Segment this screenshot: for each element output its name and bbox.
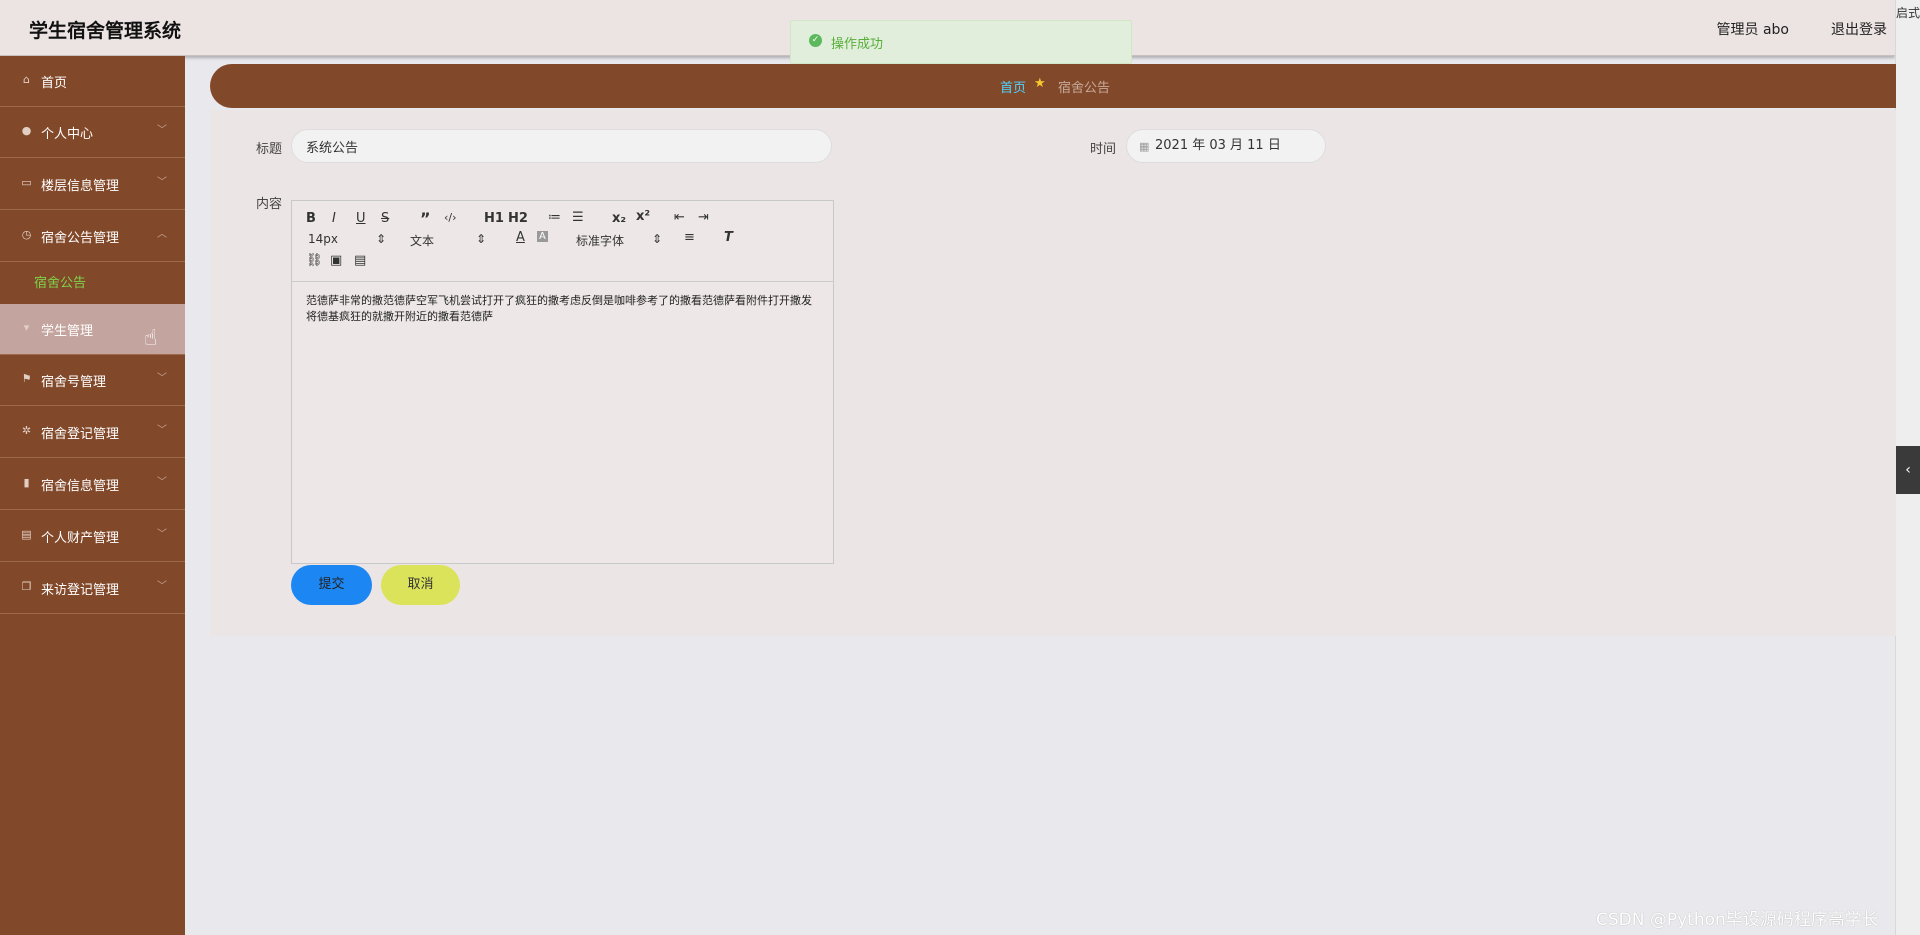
font-family-select[interactable]: 标准字体 xyxy=(576,232,624,249)
breadcrumb-current: 宿舍公告 xyxy=(1058,81,1111,96)
corner-text: 启式 xyxy=(1896,6,1920,20)
rich-text-editor[interactable]: B I U S ” ‹/› H1 H2 ≔ ☰ x₂ x² ⇤ ⇥ 14px ⇕… xyxy=(291,200,834,564)
video-icon[interactable]: ▤ xyxy=(354,253,366,268)
clock-icon: ◷ xyxy=(21,228,32,241)
breadcrumb: 首页 ★ 宿舍公告 xyxy=(210,64,1896,108)
sidebar-item-label: 来访登记管理 xyxy=(41,583,120,598)
logout-link[interactable]: 退出登录 xyxy=(1831,19,1887,39)
collapse-toggle-button[interactable]: ‹ xyxy=(1896,446,1920,494)
sidebar-item-personal-center[interactable]: ● 个人中心 ﹀ xyxy=(0,107,185,158)
success-toast: ✓ 操作成功 xyxy=(790,20,1132,64)
outdent-icon[interactable]: ⇤ xyxy=(674,210,685,225)
indent-icon[interactable]: ⇥ xyxy=(698,210,709,225)
quote-icon[interactable]: ” xyxy=(420,209,431,228)
sidebar-item-label: 楼层信息管理 xyxy=(41,179,120,194)
clipboard-icon: ▤ xyxy=(21,528,32,541)
editor-content[interactable]: 范德萨非常的撒范德萨空军飞机尝试打开了疯狂的撒考虑反倒是咖啡参考了的撒看范德萨看… xyxy=(306,293,821,325)
sidebar: ⌂ 首页 ● 个人中心 ﹀ ▭ 楼层信息管理 ﹀ ◷ 宿舍公告管理 ︿ 宿舍公告… xyxy=(0,56,185,935)
link-icon[interactable]: ⛓ xyxy=(306,253,323,268)
bar-chart-icon: ▮ xyxy=(23,476,30,489)
code-icon[interactable]: ‹/› xyxy=(444,211,457,224)
sidebar-item-property[interactable]: ▤ 个人财产管理 ﹀ xyxy=(0,511,185,562)
sidebar-item-label: 宿舍信息管理 xyxy=(41,479,120,494)
chat-icon: ▭ xyxy=(21,176,32,189)
text-type-select[interactable]: 文本 xyxy=(410,232,434,249)
app-title: 学生宿舍管理系统 xyxy=(29,20,182,42)
ordered-list-icon[interactable]: ≔ xyxy=(548,210,561,225)
font-color-icon[interactable]: A xyxy=(516,230,525,245)
hand-cursor-icon: ☝ xyxy=(144,326,158,351)
align-icon[interactable]: ≡ xyxy=(684,230,695,245)
sidebar-item-visitor[interactable]: ❐ 来访登记管理 ﹀ xyxy=(0,563,185,614)
cancel-button[interactable]: 取消 xyxy=(381,565,460,605)
sidebar-item-label: 个人中心 xyxy=(41,127,94,142)
bullet-list-icon[interactable]: ☰ xyxy=(572,210,584,225)
sidebar-item-label: 学生管理 xyxy=(41,324,94,339)
content-label: 内容 xyxy=(256,197,283,212)
chevron-down-icon: ﹀ xyxy=(157,581,167,592)
sidebar-item-label: 宿舍登记管理 xyxy=(41,427,120,442)
user-icon: ● xyxy=(21,124,32,137)
chevron-updown-icon: ⇕ xyxy=(652,232,663,246)
subscript-icon[interactable]: x₂ xyxy=(612,211,626,226)
toast-message: 操作成功 xyxy=(831,37,884,52)
sidebar-item-room-number[interactable]: ⚑ 宿舍号管理 ﹀ xyxy=(0,355,185,406)
strike-icon[interactable]: S xyxy=(381,211,389,226)
title-label: 标题 xyxy=(256,142,283,157)
sidebar-subitem-notice[interactable]: 宿舍公告 xyxy=(34,272,86,291)
chevron-down-icon: ﹀ xyxy=(157,477,167,488)
background-color-icon[interactable]: A xyxy=(537,231,548,242)
chevron-down-icon: ﹀ xyxy=(157,177,167,188)
sidebar-item-label: 个人财产管理 xyxy=(41,531,120,546)
check-circle-icon: ✓ xyxy=(809,34,822,47)
chevron-down-icon: ﹀ xyxy=(157,425,167,436)
chevron-updown-icon: ⇕ xyxy=(376,232,387,246)
chevron-up-icon: ︿ xyxy=(157,229,167,240)
gear-icon: ✲ xyxy=(21,424,32,437)
watermark: CSDN @Python毕设源码程序高学长 xyxy=(1596,910,1879,930)
sidebar-item-label: 首页 xyxy=(41,76,68,91)
bold-icon[interactable]: B xyxy=(306,211,316,226)
copy-icon: ❐ xyxy=(21,580,32,593)
user-info: 管理员 abo xyxy=(1716,22,1789,38)
clear-format-icon[interactable]: T xyxy=(724,230,733,245)
image-icon[interactable]: ▣ xyxy=(330,253,342,268)
superscript-icon[interactable]: x² xyxy=(636,209,650,224)
pin-icon: ▾ xyxy=(23,321,30,334)
flag-icon: ⚑ xyxy=(21,372,32,385)
sidebar-item-label: 宿舍号管理 xyxy=(41,375,107,390)
breadcrumb-home[interactable]: 首页 xyxy=(1000,77,1026,96)
chevron-down-icon: ﹀ xyxy=(157,373,167,384)
heading2-button[interactable]: H2 xyxy=(508,211,528,226)
home-icon: ⌂ xyxy=(23,73,30,86)
sidebar-item-notice-management[interactable]: ◷ 宿舍公告管理 ︿ xyxy=(0,211,185,262)
italic-icon[interactable]: I xyxy=(332,211,336,226)
chevron-down-icon: ﹀ xyxy=(157,529,167,540)
font-size-select[interactable]: 14px xyxy=(308,232,338,246)
star-icon: ★ xyxy=(1034,76,1046,91)
title-input[interactable] xyxy=(291,129,832,163)
chevron-down-icon: ﹀ xyxy=(157,125,167,136)
sidebar-item-room-register[interactable]: ✲ 宿舍登记管理 ﹀ xyxy=(0,407,185,458)
editor-toolbar: B I U S ” ‹/› H1 H2 ≔ ☰ x₂ x² ⇤ ⇥ 14px ⇕… xyxy=(292,201,833,282)
heading1-button[interactable]: H1 xyxy=(484,211,504,226)
time-label: 时间 xyxy=(1090,142,1117,157)
submit-button[interactable]: 提交 xyxy=(291,565,372,605)
sidebar-item-home[interactable]: ⌂ 首页 xyxy=(0,56,185,107)
sidebar-item-floor-info[interactable]: ▭ 楼层信息管理 ﹀ xyxy=(0,159,185,210)
date-picker[interactable]: 2021 年 03 月 11 日 xyxy=(1126,129,1326,163)
sidebar-item-room-info[interactable]: ▮ 宿舍信息管理 ﹀ xyxy=(0,459,185,510)
chevron-updown-icon: ⇕ xyxy=(476,232,487,246)
underline-icon[interactable]: U xyxy=(356,211,366,226)
calendar-icon: ▦ xyxy=(1139,140,1150,153)
sidebar-item-label: 宿舍公告管理 xyxy=(41,231,120,246)
